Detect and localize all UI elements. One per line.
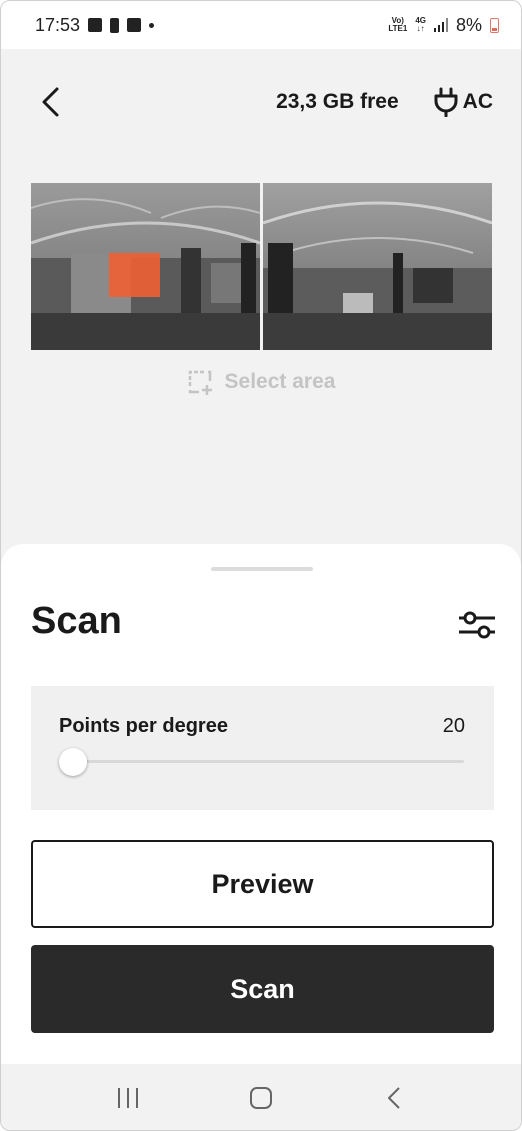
- back-button[interactable]: [33, 85, 67, 119]
- lte-label: LTE1: [388, 24, 408, 33]
- checkbox-icon: [127, 18, 142, 32]
- scan-button[interactable]: Scan: [31, 945, 494, 1033]
- recent-apps-icon: [117, 1088, 138, 1108]
- sheet-drag-handle[interactable]: [211, 567, 313, 571]
- battery-percent: 8%: [455, 14, 482, 35]
- status-right: Vo) LTE1 4G ↓↑ 8%: [388, 15, 499, 36]
- gallery-icon: [88, 18, 103, 32]
- recent-apps-button[interactable]: [108, 1078, 148, 1118]
- panorama-right-graphic: [263, 183, 492, 350]
- scan-settings-button[interactable]: [457, 607, 497, 643]
- battery-alert-icon: [110, 17, 120, 33]
- status-left: 17:53: [35, 14, 155, 36]
- volte-indicator: Vo) LTE1: [388, 17, 407, 33]
- more-notifications-icon: [149, 22, 155, 28]
- back-icon: [388, 1087, 401, 1109]
- select-area-button[interactable]: Select area: [1, 369, 521, 395]
- system-back-button[interactable]: [374, 1078, 414, 1118]
- panorama-right-image[interactable]: [263, 183, 492, 350]
- battery-icon: [490, 17, 499, 33]
- storage-free-label: 23,3 GB free: [276, 90, 399, 113]
- data-type-label: 4G: [415, 16, 426, 25]
- preview-button[interactable]: Preview: [31, 840, 494, 928]
- power-source-label: AC: [462, 90, 493, 113]
- sliders-icon: [459, 611, 495, 639]
- select-area-label: Select area: [224, 370, 336, 393]
- signal-icon: [433, 18, 448, 32]
- system-nav-bar: [1, 1064, 521, 1130]
- select-area-icon: [188, 370, 212, 395]
- points-per-degree-slider[interactable]: [59, 760, 464, 763]
- chevron-left-icon: [42, 87, 59, 117]
- points-per-degree-value: 20: [442, 715, 465, 737]
- top-bar: 23,3 GB free AC: [1, 49, 521, 155]
- panorama-left-image[interactable]: [31, 183, 260, 350]
- home-icon: [249, 1087, 272, 1109]
- panorama-preview: [31, 183, 492, 350]
- sheet-title: Scan: [31, 600, 122, 642]
- status-bar: 17:53 Vo) LTE1 4G ↓↑ 8%: [1, 1, 521, 49]
- scan-bottom-sheet: Scan Points per degree 20 Preview Scan: [1, 544, 521, 1064]
- points-per-degree-card: Points per degree 20: [31, 686, 494, 810]
- points-per-degree-slider-thumb[interactable]: [59, 748, 87, 776]
- home-button[interactable]: [241, 1078, 281, 1118]
- plug-icon: [434, 87, 458, 117]
- app-frame: 17:53 Vo) LTE1 4G ↓↑ 8% 23,3 GB free AC …: [0, 0, 522, 1131]
- clock: 17:53: [35, 14, 81, 35]
- selection-area-highlight[interactable]: [109, 253, 160, 297]
- points-per-degree-label: Points per degree: [59, 715, 228, 737]
- data-type-indicator: 4G ↓↑: [415, 16, 426, 33]
- power-indicator: AC: [433, 87, 493, 117]
